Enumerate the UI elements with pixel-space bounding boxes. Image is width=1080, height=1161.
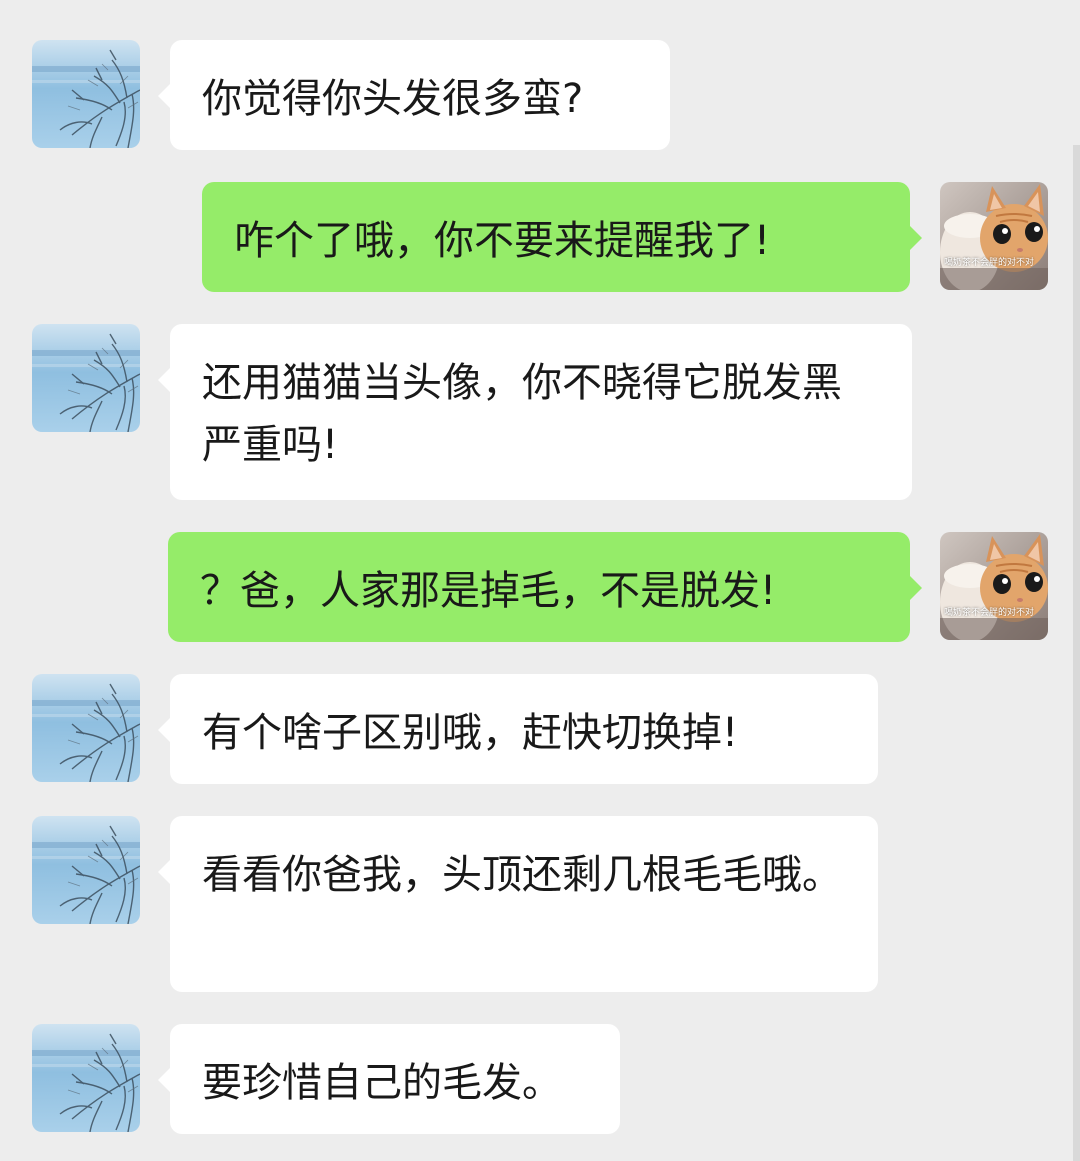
dad-avatar[interactable] <box>32 816 140 924</box>
message-text: 你觉得你头发很多蛮? <box>202 76 584 122</box>
message-bubble-incoming[interactable]: 要珍惜自己的毛发。 <box>158 1024 620 1134</box>
chat-view: 你觉得你头发很多蛮? 咋个了哦，你不要来提醒我了! 喝奶茶不会胖的对不对 还用猫… <box>0 0 1080 1161</box>
message-bubble-incoming[interactable]: 看看你爸我，头顶还剩几根毛毛哦。 <box>158 816 878 992</box>
dad-avatar[interactable] <box>32 40 140 148</box>
my-avatar[interactable]: 喝奶茶不会胖的对不对 <box>940 532 1048 640</box>
cat-with-milk-avatar-icon <box>940 182 1048 290</box>
message-bubble-incoming[interactable]: 你觉得你头发很多蛮? <box>158 40 670 150</box>
avatar-caption: 喝奶茶不会胖的对不对 <box>944 608 1035 618</box>
dad-avatar[interactable] <box>32 674 140 782</box>
message-text: ？爸，人家那是掉毛，不是脱发! <box>200 568 777 614</box>
dad-avatar[interactable] <box>32 324 140 432</box>
message-bubble-incoming[interactable]: 还用猫猫当头像，你不晓得它脱发黑严重吗! <box>158 324 912 500</box>
message-text: 要珍惜自己的毛发。 <box>202 1060 562 1106</box>
avatar-caption: 喝奶茶不会胖的对不对 <box>944 258 1035 268</box>
lake-branches-avatar-icon <box>32 1024 140 1132</box>
message-bubble-incoming[interactable]: 有个啥子区别哦，赶快切换掉! <box>158 674 878 784</box>
message-text: 还用猫猫当头像，你不晓得它脱发黑严重吗! <box>202 360 842 468</box>
message-bubble-outgoing[interactable]: 咋个了哦，你不要来提醒我了! <box>202 182 922 292</box>
lake-branches-avatar-icon <box>32 816 140 924</box>
scrollbar[interactable] <box>1073 145 1080 1161</box>
my-avatar[interactable]: 喝奶茶不会胖的对不对 <box>940 182 1048 290</box>
message-bubble-outgoing[interactable]: ？爸，人家那是掉毛，不是脱发! <box>168 532 922 642</box>
lake-branches-avatar-icon <box>32 324 140 432</box>
message-text: 有个啥子区别哦，赶快切换掉! <box>202 710 739 756</box>
message-text: 看看你爸我，头顶还剩几根毛毛哦。 <box>202 852 842 898</box>
message-text: 咋个了哦，你不要来提醒我了! <box>234 218 771 264</box>
lake-branches-avatar-icon <box>32 674 140 782</box>
lake-branches-avatar-icon <box>32 40 140 148</box>
dad-avatar[interactable] <box>32 1024 140 1132</box>
cat-with-milk-avatar-icon <box>940 532 1048 640</box>
